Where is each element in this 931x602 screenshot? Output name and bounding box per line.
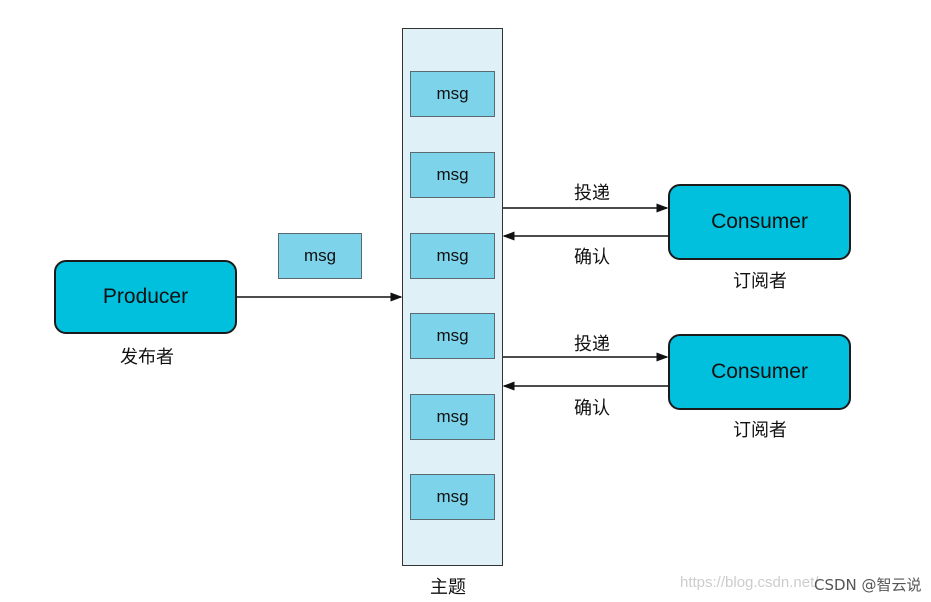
pubsub-diagram: msg msg msg msg msg msg 主题 msg Producer … — [0, 0, 931, 602]
arrows-layer — [237, 203, 669, 391]
watermark-author: CSDN @智云说 — [814, 576, 922, 594]
watermark-url: https://blog.csdn.net/ — [680, 574, 819, 591]
